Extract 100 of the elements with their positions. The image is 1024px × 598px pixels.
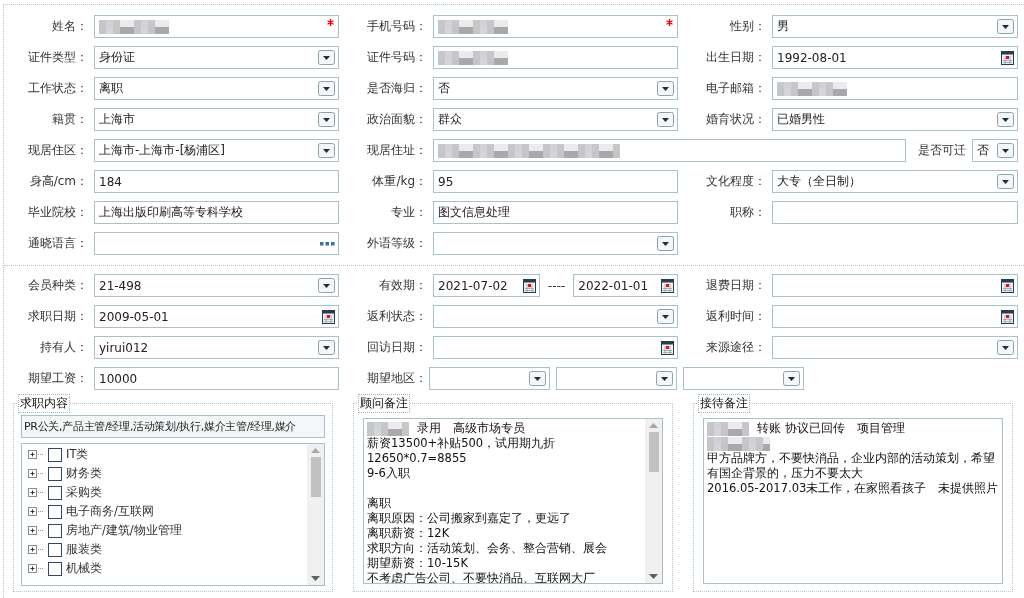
dropdown-field[interactable]: 21-498 [94, 274, 339, 297]
dropdown-field[interactable]: 身份证 [94, 46, 339, 69]
dropdown-field[interactable] [683, 367, 804, 390]
caret-icon[interactable] [318, 112, 335, 127]
dropdown-field[interactable] [433, 232, 678, 255]
dropdown-field[interactable]: yirui012 [94, 336, 339, 359]
date-field[interactable] [772, 274, 1018, 297]
caret-icon[interactable] [997, 19, 1014, 34]
field-label: 会员种类： [27, 277, 89, 294]
scroll-down-icon[interactable] [649, 574, 658, 579]
caret-icon[interactable] [997, 112, 1014, 127]
dropdown-field[interactable] [433, 305, 678, 328]
caret-icon[interactable] [997, 143, 1014, 158]
caret-icon[interactable] [657, 236, 674, 251]
date-field[interactable] [772, 305, 1018, 328]
date-field[interactable]: 2022-01-01 [573, 274, 678, 297]
text-field[interactable]: 图文信息处理 [433, 201, 678, 224]
field-label: 求职日期： [27, 308, 89, 325]
expand-icon[interactable] [28, 564, 44, 573]
notes-box[interactable]: 转账 协议已回传 项目管理 甲方品牌方，不要快消品，企业内部的活动策划，希望有国企背景的，压力不要太大 2016.05-2017.03未工作，在家照看孩子 未提供照片 [703, 418, 1003, 584]
expand-icon[interactable] [28, 545, 44, 554]
dropdown-field[interactable] [772, 336, 1018, 359]
dropdown-field[interactable]: 群众 [433, 108, 678, 131]
text-field[interactable] [94, 15, 339, 38]
calendar-icon[interactable] [661, 340, 674, 355]
text-field[interactable]: 95 [433, 170, 678, 193]
scroll-down-icon[interactable] [311, 576, 320, 581]
dropdown-field[interactable]: 上海市-上海市-[杨浦区] [94, 139, 339, 162]
text-field[interactable]: 184 [94, 170, 339, 193]
caret-icon[interactable] [657, 112, 674, 127]
checkbox[interactable] [48, 561, 62, 576]
dropdown-field[interactable] [556, 367, 677, 390]
category-label[interactable]: 采购类 [66, 485, 102, 500]
text-field[interactable] [433, 46, 678, 69]
notes-box[interactable]: 录用 高级市场专员 薪资13500+补贴500，试用期九折 12650*0.7=8855 9-6入职 离职 离职原因：公司搬家到嘉定了，更远了 离职薪资：12K 求职方向：活动策划、会务、整合营销、展会 期望薪资：10-15K 不考虑广告公司、不要快消品、互联网大厂 [363, 418, 663, 584]
calendar-icon[interactable] [322, 309, 335, 324]
date-field[interactable]: 2009-05-01 [94, 305, 339, 328]
date-field[interactable]: 1992-08-01 [772, 46, 1018, 69]
scrollbar-thumb[interactable] [648, 432, 659, 472]
blurred-text [367, 421, 409, 436]
expand-icon[interactable] [28, 450, 44, 459]
field-label: 婚育状况： [705, 111, 767, 128]
field-label: 现居住区： [27, 142, 89, 159]
checkbox[interactable] [48, 504, 62, 519]
text-field[interactable] [433, 15, 678, 38]
category-label[interactable]: 电子商务/互联网 [66, 504, 154, 519]
selection-field[interactable]: PR公关,产品主管/经理,活动策划/执行,媒介主管/经理,媒介 [21, 415, 325, 438]
category-label[interactable]: IT类 [66, 447, 89, 462]
scrollbar-thumb[interactable] [310, 457, 321, 497]
category-label[interactable]: 房地产/建筑/物业管理 [66, 523, 182, 538]
dropdown-field[interactable]: 否 [433, 77, 678, 100]
dropdown-field[interactable]: 已婚男性 [772, 108, 1018, 131]
calendar-icon[interactable] [1001, 309, 1014, 324]
dropdown-field[interactable]: 否 [972, 139, 1018, 162]
checkbox[interactable] [48, 447, 62, 462]
note-line: 转账 协议已回传 项目管理 [757, 421, 905, 436]
category-label[interactable]: 机械类 [66, 561, 102, 576]
checkbox[interactable] [48, 542, 62, 557]
caret-icon[interactable] [656, 371, 673, 386]
caret-icon[interactable] [657, 309, 674, 324]
scrollbar[interactable] [645, 419, 662, 583]
checkbox[interactable] [48, 523, 62, 538]
field-label: 持有人： [39, 339, 89, 356]
expand-icon[interactable] [28, 507, 44, 516]
text-field[interactable]: 上海出版印刷高等专科学校 [94, 201, 339, 224]
caret-icon[interactable] [783, 371, 800, 386]
text-field[interactable] [433, 139, 906, 162]
caret-icon[interactable] [657, 81, 674, 96]
dropdown-field[interactable]: 大专（全日制） [772, 170, 1018, 193]
text-field[interactable] [772, 77, 1018, 100]
calendar-icon[interactable] [661, 278, 674, 293]
caret-icon[interactable] [529, 371, 546, 386]
dropdown-field[interactable]: 男 [772, 15, 1018, 38]
date-field[interactable] [433, 336, 678, 359]
calendar-icon[interactable] [1001, 50, 1014, 65]
scrollbar[interactable] [307, 444, 324, 585]
caret-icon[interactable] [318, 81, 335, 96]
dropdown-field[interactable]: 离职 [94, 77, 339, 100]
caret-icon[interactable] [318, 278, 335, 293]
calendar-icon[interactable] [523, 278, 536, 293]
caret-icon[interactable] [318, 50, 335, 65]
lookup-field[interactable] [94, 232, 339, 255]
ellipsis-icon[interactable] [320, 241, 335, 246]
caret-icon[interactable] [997, 174, 1014, 189]
caret-icon[interactable] [318, 340, 335, 355]
expand-icon[interactable] [28, 526, 44, 535]
date-field[interactable]: 2021-07-02 [433, 274, 540, 297]
dropdown-field[interactable]: 上海市 [94, 108, 339, 131]
calendar-icon[interactable] [1001, 278, 1014, 293]
caret-icon[interactable] [318, 143, 335, 158]
caret-icon[interactable] [997, 340, 1014, 355]
category-label[interactable]: 服装类 [66, 542, 102, 557]
text-field[interactable] [772, 201, 1018, 224]
checkbox[interactable] [48, 466, 62, 481]
expand-icon[interactable] [28, 469, 44, 478]
category-label[interactable]: 财务类 [66, 466, 102, 481]
checkbox[interactable] [48, 485, 62, 500]
dropdown-field[interactable] [429, 367, 550, 390]
text-field[interactable]: 10000 [94, 367, 339, 390]
expand-icon[interactable] [28, 488, 44, 497]
